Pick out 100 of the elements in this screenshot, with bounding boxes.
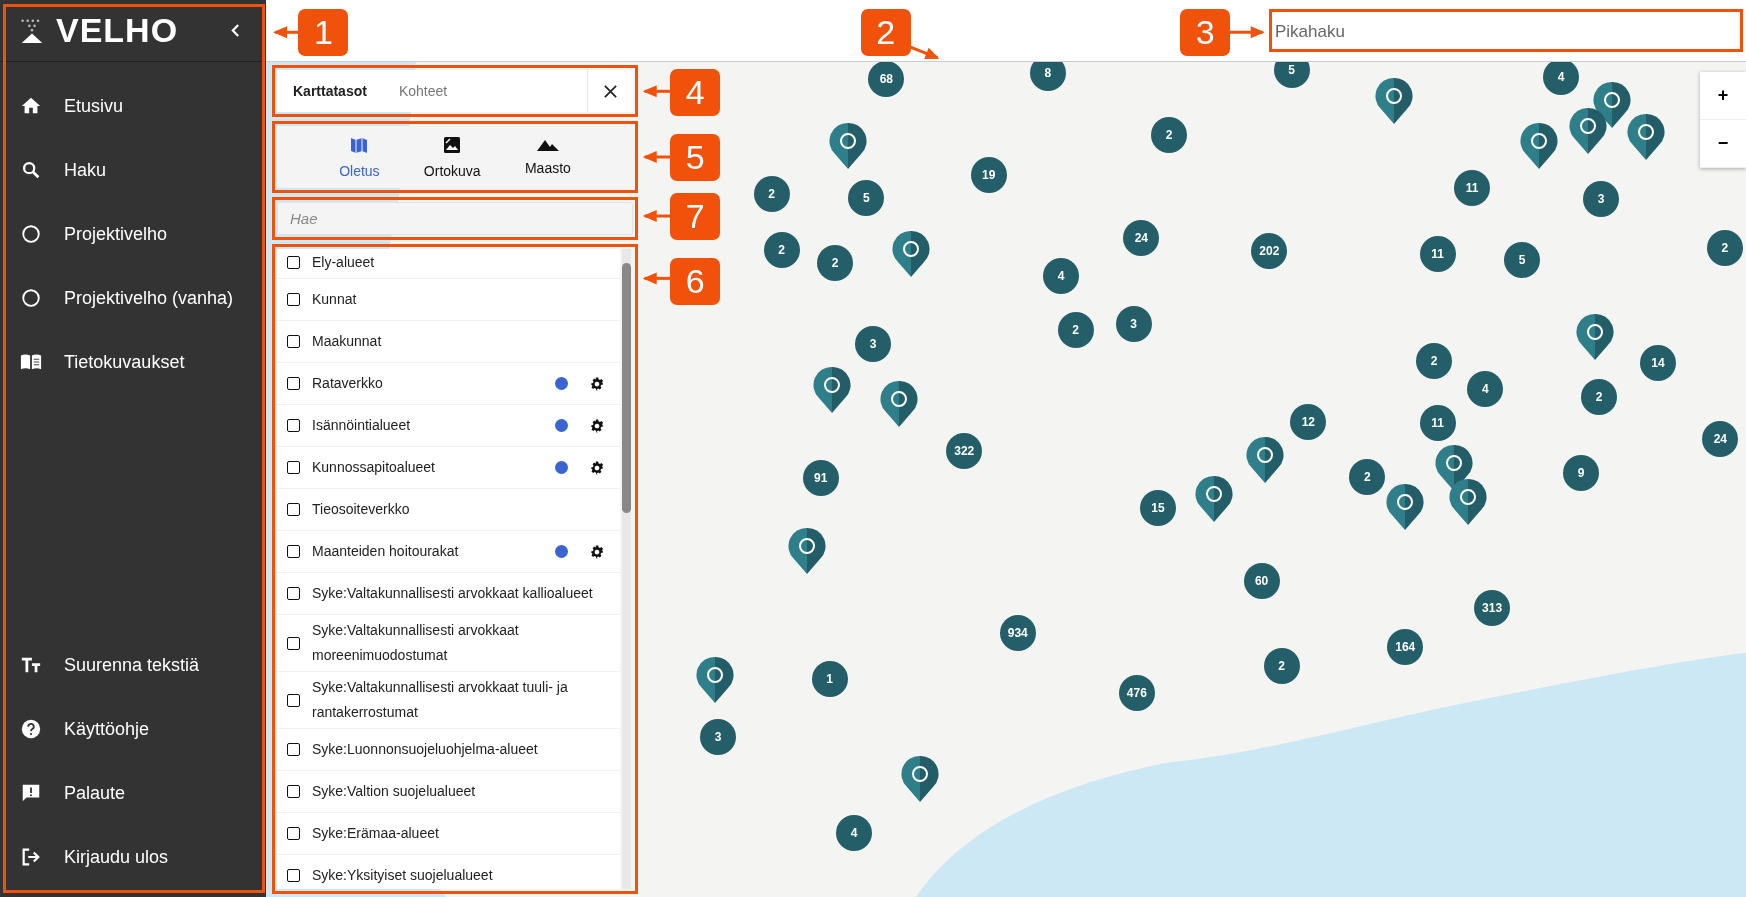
- layer-row[interactable]: Maanteiden hoitourakat: [277, 531, 620, 573]
- settings-icon[interactable]: [590, 544, 604, 559]
- map-icon: [349, 135, 370, 155]
- layer-search-field[interactable]: Hae: [277, 202, 633, 235]
- help-icon: [20, 718, 42, 740]
- mountain-icon: [536, 138, 559, 152]
- location-pin-icon[interactable]: [1194, 474, 1233, 523]
- callout-number: 4: [670, 69, 721, 117]
- location-pin-icon[interactable]: [900, 755, 939, 804]
- app-logo: VELHO: [56, 11, 180, 50]
- layer-row[interactable]: Syke:Luonnonsuojeluohjelma-alueet: [277, 729, 620, 771]
- layer-label: Syke:Valtakunnallisesti arvokkaat kallioalueet: [312, 584, 594, 603]
- nav-item[interactable]: Suurenna tekstiä: [0, 633, 266, 697]
- close-icon: [603, 83, 618, 99]
- checkbox[interactable]: [287, 743, 300, 756]
- basemap-option[interactable]: Oletus: [333, 126, 386, 188]
- layer-color-dot[interactable]: [555, 461, 568, 474]
- checkbox[interactable]: [287, 461, 300, 474]
- location-pin-icon[interactable]: [1626, 112, 1665, 161]
- layer-label: Syke:Valtion suojelualueet: [312, 782, 477, 801]
- layer-row[interactable]: Kunnat: [277, 279, 620, 321]
- location-pin-icon[interactable]: [812, 366, 851, 415]
- scrollbar[interactable]: [622, 249, 631, 889]
- location-pin-icon[interactable]: [1448, 477, 1487, 526]
- checkbox[interactable]: [287, 827, 300, 840]
- layer-row[interactable]: Kunnossapitoalueet: [277, 447, 620, 489]
- layer-row[interactable]: Syke:Yksityiset suojelualueet: [277, 855, 620, 889]
- checkbox[interactable]: [287, 293, 300, 306]
- callout-number: 6: [670, 258, 721, 306]
- location-pin-icon[interactable]: [1375, 77, 1414, 125]
- layer-row[interactable]: Syke:Valtion suojelualueet: [277, 771, 620, 813]
- layer-row[interactable]: Rataverkko: [277, 363, 620, 405]
- image-icon: [442, 135, 463, 155]
- layer-label: Syke:Luonnonsuojeluohjelma-alueet: [312, 740, 539, 759]
- zoom-out-button[interactable]: −: [1700, 120, 1746, 168]
- layer-row[interactable]: Syke:Valtakunnallisesti arvokkaat moreenimuodostumat: [277, 615, 620, 672]
- checkbox[interactable]: [287, 419, 300, 432]
- basemap-option[interactable]: Ortokuva: [417, 126, 487, 188]
- nav-item[interactable]: Projektivelho: [0, 202, 266, 266]
- callout-arrow: [642, 151, 671, 163]
- location-pin-icon[interactable]: [1593, 81, 1632, 130]
- callout-number: 7: [670, 192, 721, 240]
- layer-row[interactable]: Syke:Valtakunnallisesti arvokkaat tuuli- ja rantakerrostumat: [277, 672, 620, 729]
- layer-label: Rataverkko: [312, 374, 384, 393]
- location-pin-icon[interactable]: [1245, 435, 1284, 484]
- layer-row[interactable]: Syke:Erämaa-alueet: [277, 813, 620, 855]
- layer-row[interactable]: Tieosoiteverkko: [277, 489, 620, 531]
- nav-item[interactable]: Etusivu: [0, 74, 266, 138]
- zoom-in-button[interactable]: +: [1700, 72, 1746, 120]
- layer-row[interactable]: Isännöintialueet: [277, 405, 620, 447]
- checkbox[interactable]: [287, 255, 300, 269]
- basemap-option[interactable]: Maasto: [518, 126, 577, 188]
- layer-label: Maanteiden hoitourakat: [312, 542, 460, 561]
- layer-color-dot[interactable]: [555, 377, 568, 390]
- settings-icon[interactable]: [590, 460, 604, 475]
- layer-label: Tieosoiteverkko: [312, 500, 411, 519]
- checkbox[interactable]: [287, 335, 300, 348]
- location-pin-icon[interactable]: [1519, 121, 1558, 170]
- checkbox[interactable]: [287, 503, 300, 516]
- nav-item[interactable]: Käyttöohje: [0, 697, 266, 761]
- nav-item[interactable]: Haku: [0, 138, 266, 202]
- nav-item[interactable]: Palaute: [0, 761, 266, 825]
- location-pin-icon[interactable]: [1386, 483, 1425, 532]
- settings-icon[interactable]: [590, 376, 604, 391]
- callout-arrow: [1229, 26, 1265, 39]
- location-pin-icon[interactable]: [1568, 107, 1607, 156]
- location-pin-icon[interactable]: [788, 526, 827, 575]
- checkbox[interactable]: [287, 545, 300, 558]
- callout-number: 3: [1180, 8, 1231, 56]
- layer-row[interactable]: Maakunnat: [277, 321, 620, 363]
- checkbox[interactable]: [287, 636, 300, 650]
- location-pin-icon[interactable]: [1575, 313, 1614, 362]
- layer-label: Syke:Valtakunnallisesti arvokkaat tuuli- ja rantakerrostumat: [312, 678, 569, 722]
- layer-label: Isännöintialueet: [312, 416, 412, 435]
- callout-arrow: [273, 26, 299, 39]
- callout-arrow: [642, 210, 671, 222]
- layer-label: Ely-alueet: [312, 252, 376, 272]
- checkbox[interactable]: [287, 693, 300, 707]
- layer-label: Kunnat: [312, 290, 358, 309]
- layer-row[interactable]: Ely-alueet: [277, 249, 620, 279]
- location-pin-icon[interactable]: [879, 379, 918, 428]
- callout-number: 2: [860, 8, 911, 56]
- callout-number: 1: [298, 8, 349, 56]
- callout-arrow: [642, 272, 671, 285]
- callout-arrow: [642, 85, 671, 98]
- nav-item[interactable]: Kirjaudu ulos: [0, 825, 266, 889]
- checkbox[interactable]: [287, 869, 300, 882]
- nav-item[interactable]: Tietokuvaukset: [0, 330, 266, 394]
- nav-item[interactable]: Projektivelho (vanha): [0, 266, 266, 330]
- checkbox[interactable]: [287, 587, 300, 600]
- layer-color-dot[interactable]: [555, 419, 568, 432]
- checkbox[interactable]: [287, 785, 300, 798]
- location-pin-icon[interactable]: [695, 656, 734, 704]
- location-pin-icon[interactable]: [829, 121, 868, 170]
- layer-row[interactable]: Syke:Valtakunnallisesti arvokkaat kallioalueet: [277, 573, 620, 615]
- collapse-chevron-icon[interactable]: [231, 24, 240, 37]
- layer-color-dot[interactable]: [555, 545, 568, 558]
- location-pin-icon[interactable]: [891, 229, 930, 278]
- settings-icon[interactable]: [590, 418, 604, 433]
- checkbox[interactable]: [287, 377, 300, 390]
